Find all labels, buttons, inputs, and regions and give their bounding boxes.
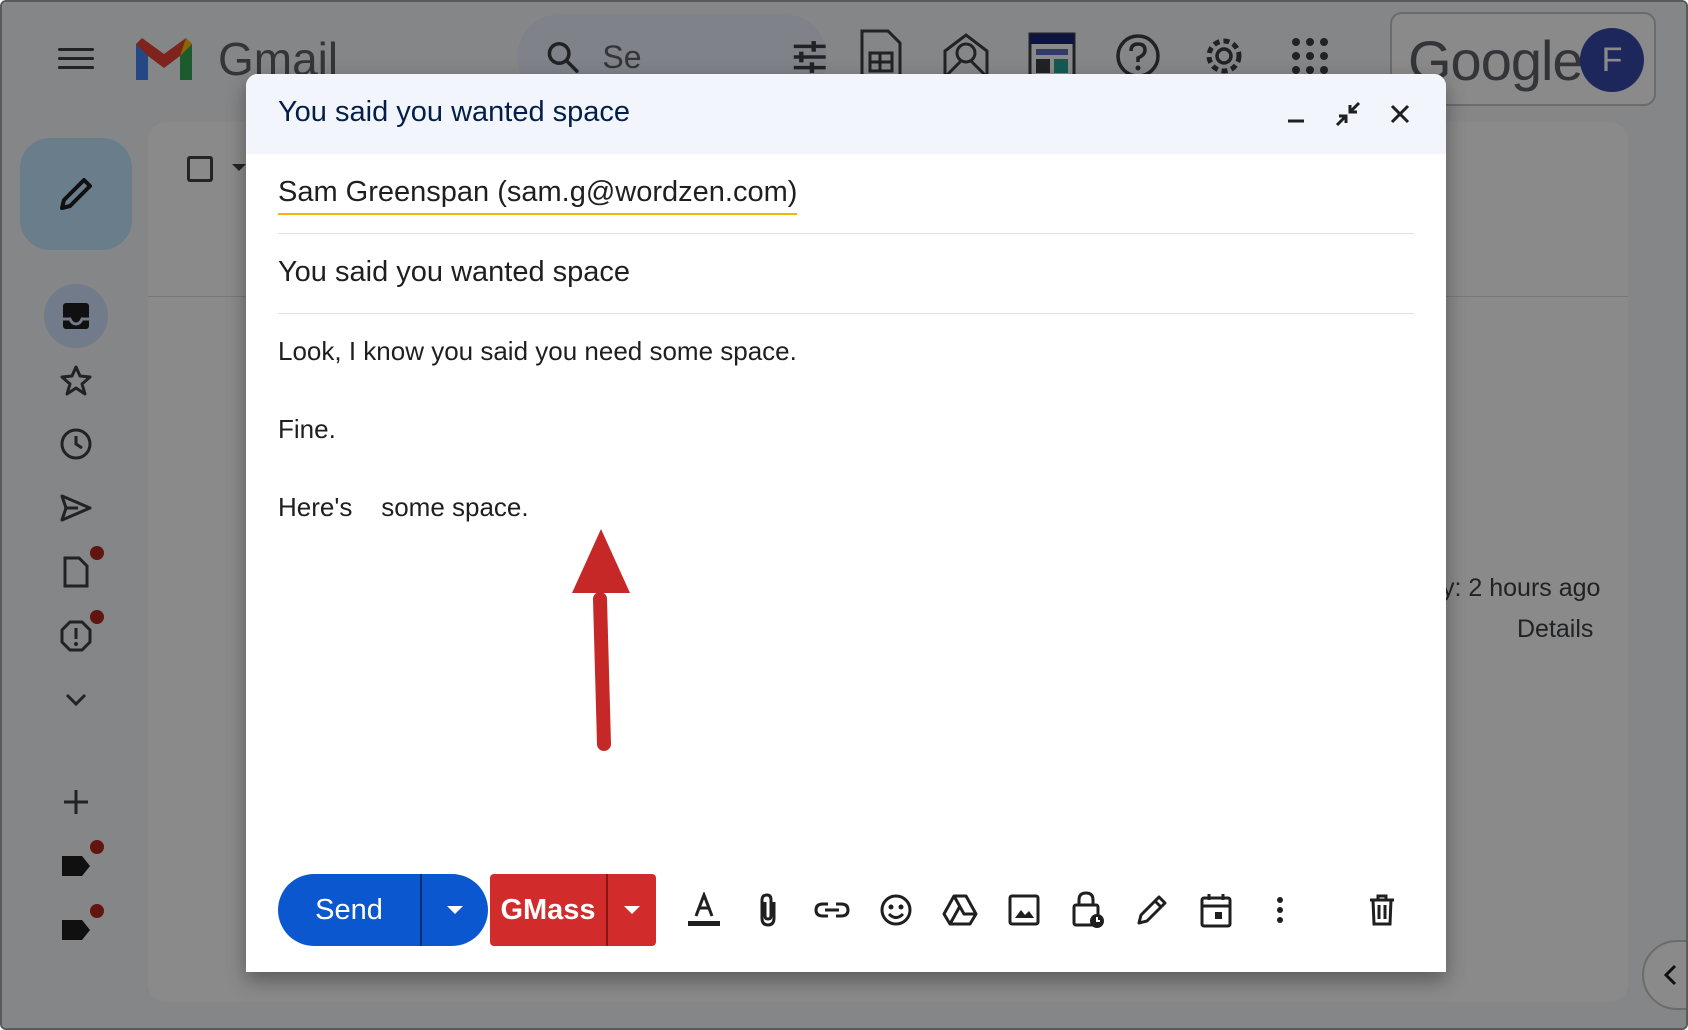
insert-emoji-button[interactable] <box>868 882 924 938</box>
sidebar-item-spam[interactable] <box>44 604 108 668</box>
body-line: Look, I know you said you need some spac… <box>278 336 797 366</box>
gmass-options-button[interactable] <box>608 874 656 946</box>
label-icon <box>62 856 90 876</box>
sidebar-label-1[interactable] <box>44 834 108 898</box>
create-label-button[interactable] <box>44 770 108 834</box>
sidebar-item-sent[interactable] <box>44 476 108 540</box>
sidebar-item-inbox[interactable] <box>44 284 108 348</box>
body-line: Fine. <box>278 414 336 444</box>
pencil-icon <box>60 178 92 210</box>
sidebar-item-starred[interactable] <box>44 348 108 412</box>
formatting-options-button[interactable] <box>676 882 732 938</box>
compose-button[interactable] <box>20 138 132 250</box>
photo-icon <box>1008 894 1040 926</box>
compose-window-controls <box>1278 96 1418 132</box>
subject-field[interactable]: You said you wanted space <box>278 234 1414 314</box>
recipient-chip[interactable]: Sam Greenspan (sam.g@wordzen.com) <box>278 176 798 215</box>
recipients-field[interactable]: Sam Greenspan (sam.g@wordzen.com) <box>278 154 1414 234</box>
notification-dot <box>90 904 104 918</box>
main-menu-button[interactable] <box>54 42 98 82</box>
spam-alert-icon <box>60 620 92 652</box>
star-icon <box>60 365 92 396</box>
search-input[interactable]: Se <box>602 39 641 76</box>
schedule-icon <box>1200 894 1232 928</box>
minimize-button[interactable] <box>1278 96 1314 132</box>
avatar[interactable]: F <box>1580 28 1644 92</box>
message-body[interactable]: Look, I know you said you need some spac… <box>278 336 797 570</box>
close-button[interactable] <box>1382 96 1418 132</box>
sidebar-label-2[interactable] <box>44 898 108 962</box>
send-button-group: Send <box>278 874 488 946</box>
compose-header: You said you wanted space <box>246 74 1446 154</box>
more-options-icon <box>1277 897 1283 923</box>
link-icon <box>814 902 850 918</box>
send-icon <box>60 494 92 522</box>
sidebar-item-drafts[interactable] <box>44 540 108 604</box>
sidebar-item-more[interactable] <box>44 668 108 732</box>
trash-icon <box>1370 894 1394 926</box>
compose-dialog: You said you wanted space Sam Greenspan … <box>246 74 1446 972</box>
side-panel-toggle[interactable] <box>1642 940 1686 1010</box>
search-options-icon[interactable] <box>792 39 827 75</box>
confidential-mode-button[interactable] <box>1060 882 1116 938</box>
chevron-down-icon <box>65 693 87 707</box>
format-text-icon <box>688 892 720 926</box>
send-options-button[interactable] <box>422 874 488 946</box>
details-link[interactable]: Details <box>1517 615 1593 644</box>
select-dropdown-caret[interactable] <box>232 164 246 171</box>
app-window: Gmail Se Google F y: 2 hours ago Details… <box>0 0 1688 1030</box>
sidebar-item-snoozed[interactable] <box>44 412 108 476</box>
draft-file-icon <box>63 556 89 588</box>
gmail-m-icon <box>136 38 192 80</box>
exit-fullscreen-icon <box>1335 101 1361 127</box>
inbox-icon <box>63 303 89 329</box>
caret-down-icon <box>447 906 463 914</box>
drive-icon <box>942 894 978 926</box>
subject-input[interactable]: You said you wanted space <box>278 256 630 289</box>
compose-toolbar: Send GMass <box>278 874 1414 946</box>
gmass-button[interactable]: GMass <box>490 874 608 946</box>
close-icon <box>1390 104 1410 124</box>
caret-down-icon <box>624 906 640 914</box>
plus-icon <box>64 790 88 814</box>
confidential-icon <box>1072 891 1104 928</box>
insert-photo-button[interactable] <box>996 882 1052 938</box>
attach-icon <box>760 893 776 927</box>
search-icon <box>547 41 579 73</box>
attach-files-button[interactable] <box>740 882 796 938</box>
select-all-checkbox[interactable] <box>187 156 213 182</box>
last-activity-text: y: 2 hours ago <box>1442 574 1601 602</box>
schedule-send-button[interactable] <box>1188 882 1244 938</box>
clock-icon <box>60 428 92 460</box>
send-button[interactable]: Send <box>278 874 422 946</box>
chevron-left-icon <box>1663 964 1677 986</box>
formatting-tools <box>676 882 1308 938</box>
sidebar-nav <box>44 284 108 962</box>
exit-full-screen-button[interactable] <box>1330 96 1366 132</box>
insert-link-button[interactable] <box>804 882 860 938</box>
signature-icon <box>1137 895 1167 925</box>
notification-dot <box>90 840 104 854</box>
label-icon <box>62 920 90 940</box>
insert-signature-button[interactable] <box>1124 882 1180 938</box>
notification-dot <box>90 546 104 560</box>
emoji-icon <box>880 894 912 926</box>
annotation-arrow <box>572 529 630 751</box>
compose-title: You said you wanted space <box>278 96 631 128</box>
discard-draft-button[interactable] <box>1354 882 1410 938</box>
insert-drive-button[interactable] <box>932 882 988 938</box>
minimize-icon <box>1288 119 1304 123</box>
notification-dot <box>90 610 104 624</box>
gmass-button-group: GMass <box>490 874 656 946</box>
more-options-button[interactable] <box>1252 882 1308 938</box>
body-line: Here's some space. <box>278 492 529 522</box>
